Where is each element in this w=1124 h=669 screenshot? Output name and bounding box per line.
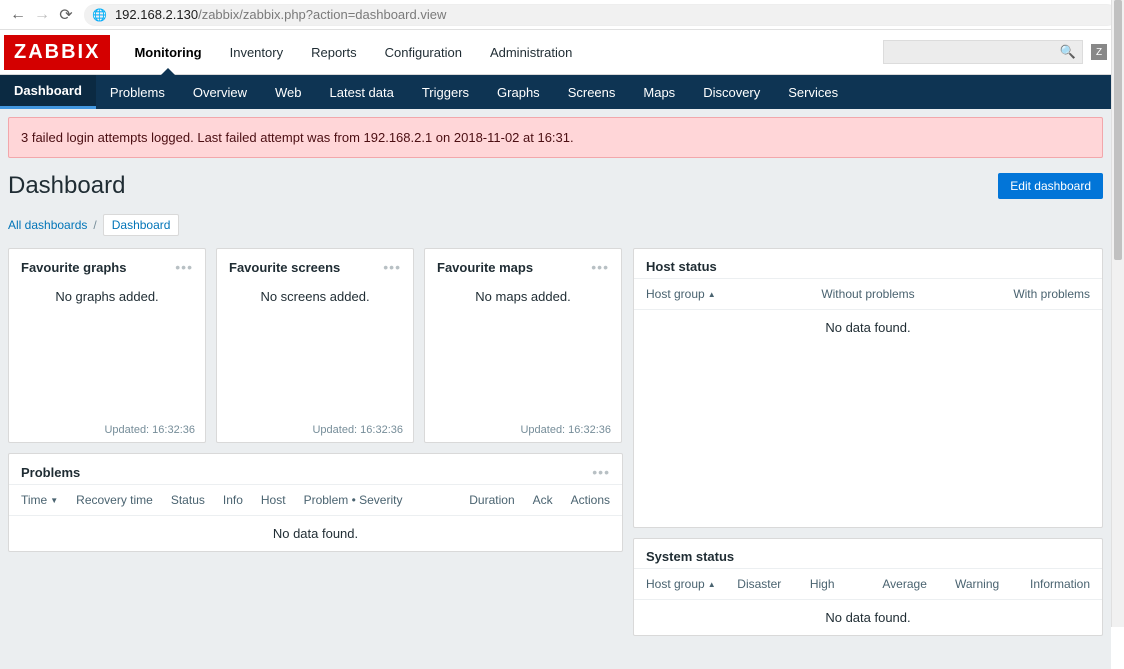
col-without-problems[interactable]: Without problems <box>794 287 942 301</box>
widget-title: Problems <box>21 465 80 480</box>
nav-inventory[interactable]: Inventory <box>216 30 297 74</box>
system-status-table-header: Host group Disaster High Average Warning… <box>634 568 1102 599</box>
share-badge[interactable]: Z <box>1091 44 1107 60</box>
col-host-group[interactable]: Host group <box>646 287 794 301</box>
globe-icon: 🌐 <box>92 8 107 22</box>
col-with-problems[interactable]: With problems <box>942 287 1090 301</box>
login-alert: 3 failed login attempts logged. Last fai… <box>8 117 1103 158</box>
widget-menu-icon[interactable]: ••• <box>592 464 610 480</box>
widget-menu-icon[interactable]: ••• <box>383 259 401 275</box>
widget-updated: Updated: 16:32:36 <box>9 420 205 442</box>
widget-empty: No screens added. <box>260 289 369 304</box>
top-header: ZABBIX Monitoring Inventory Reports Conf… <box>0 30 1111 75</box>
address-bar[interactable]: 🌐 192.168.2.130/zabbix/zabbix.php?action… <box>84 4 1118 26</box>
col-average[interactable]: Average <box>882 577 945 591</box>
primary-nav: Monitoring Inventory Reports Configurati… <box>120 30 586 74</box>
sub-nav-triggers[interactable]: Triggers <box>408 75 483 109</box>
widget-favourite-maps: Favourite maps ••• No maps added. Update… <box>424 248 622 443</box>
col-info[interactable]: Info <box>223 493 243 507</box>
reload-icon[interactable]: ⟳ <box>54 5 78 25</box>
widget-updated: Updated: 16:32:36 <box>425 420 621 442</box>
sub-nav-screens[interactable]: Screens <box>554 75 630 109</box>
browser-toolbar: ← → ⟳ 🌐 192.168.2.130/zabbix/zabbix.php?… <box>0 0 1124 30</box>
breadcrumb-separator: / <box>93 218 96 232</box>
widget-menu-icon[interactable]: ••• <box>175 259 193 275</box>
widget-problems: Problems ••• Time Recovery time Status I… <box>8 453 623 552</box>
col-status[interactable]: Status <box>171 493 205 507</box>
widget-favourite-graphs: Favourite graphs ••• No graphs added. Up… <box>8 248 206 443</box>
page-title: Dashboard <box>8 172 125 200</box>
widget-menu-icon[interactable]: ••• <box>591 259 609 275</box>
sub-nav-dashboard[interactable]: Dashboard <box>0 75 96 109</box>
widget-title: Favourite maps <box>437 260 533 275</box>
host-status-table-header: Host group Without problems With problem… <box>634 278 1102 309</box>
sub-nav-latest-data[interactable]: Latest data <box>316 75 408 109</box>
col-actions[interactable]: Actions <box>571 493 610 507</box>
nav-reports[interactable]: Reports <box>297 30 371 74</box>
col-high[interactable]: High <box>810 577 873 591</box>
widget-host-status: Host status Host group Without problems … <box>633 248 1103 528</box>
global-search[interactable]: 🔍 <box>883 40 1083 64</box>
sub-nav-problems[interactable]: Problems <box>96 75 179 109</box>
widget-updated: Updated: 16:32:36 <box>217 420 413 442</box>
widget-favourite-screens: Favourite screens ••• No screens added. … <box>216 248 414 443</box>
problems-table-header: Time Recovery time Status Info Host Prob… <box>9 484 622 515</box>
col-ack[interactable]: Ack <box>533 493 553 507</box>
col-host-group[interactable]: Host group <box>646 577 727 591</box>
widget-title: Favourite graphs <box>21 260 126 275</box>
col-host[interactable]: Host <box>261 493 286 507</box>
breadcrumb: All dashboards / Dashboard <box>8 214 1103 236</box>
widget-empty: No maps added. <box>475 289 570 304</box>
edit-dashboard-button[interactable]: Edit dashboard <box>998 173 1103 199</box>
col-recovery-time[interactable]: Recovery time <box>76 493 153 507</box>
nav-configuration[interactable]: Configuration <box>371 30 476 74</box>
col-warning[interactable]: Warning <box>955 577 1018 591</box>
search-input[interactable] <box>884 44 1054 60</box>
host-status-empty: No data found. <box>634 309 1102 345</box>
problems-empty: No data found. <box>9 515 622 551</box>
url-text: 192.168.2.130/zabbix/zabbix.php?action=d… <box>115 7 446 22</box>
back-icon[interactable]: ← <box>6 6 30 24</box>
sub-nav-maps[interactable]: Maps <box>629 75 689 109</box>
sub-nav-overview[interactable]: Overview <box>179 75 261 109</box>
system-status-empty: No data found. <box>634 599 1102 635</box>
breadcrumb-all-dashboards[interactable]: All dashboards <box>8 218 87 232</box>
forward-icon: → <box>30 6 54 24</box>
content-area: 3 failed login attempts logged. Last fai… <box>0 109 1111 669</box>
col-time[interactable]: Time <box>21 493 58 507</box>
window-scrollbar[interactable] <box>1111 0 1124 627</box>
sub-nav-web[interactable]: Web <box>261 75 316 109</box>
widget-title: Host status <box>646 259 717 274</box>
col-information[interactable]: Information <box>1027 577 1090 591</box>
widget-empty: No graphs added. <box>55 289 158 304</box>
col-problem-severity[interactable]: Problem • Severity <box>304 493 403 507</box>
widget-title: System status <box>646 549 734 564</box>
sub-nav: Dashboard Problems Overview Web Latest d… <box>0 75 1111 109</box>
breadcrumb-current: Dashboard <box>103 214 180 236</box>
zabbix-logo[interactable]: ZABBIX <box>4 35 110 70</box>
widget-title: Favourite screens <box>229 260 340 275</box>
sub-nav-graphs[interactable]: Graphs <box>483 75 554 109</box>
nav-administration[interactable]: Administration <box>476 30 586 74</box>
col-duration[interactable]: Duration <box>469 493 514 507</box>
nav-monitoring[interactable]: Monitoring <box>120 30 215 74</box>
search-icon[interactable]: 🔍 <box>1054 44 1082 60</box>
widget-system-status: System status Host group Disaster High A… <box>633 538 1103 636</box>
sub-nav-services[interactable]: Services <box>774 75 852 109</box>
sub-nav-discovery[interactable]: Discovery <box>689 75 774 109</box>
col-disaster[interactable]: Disaster <box>737 577 800 591</box>
